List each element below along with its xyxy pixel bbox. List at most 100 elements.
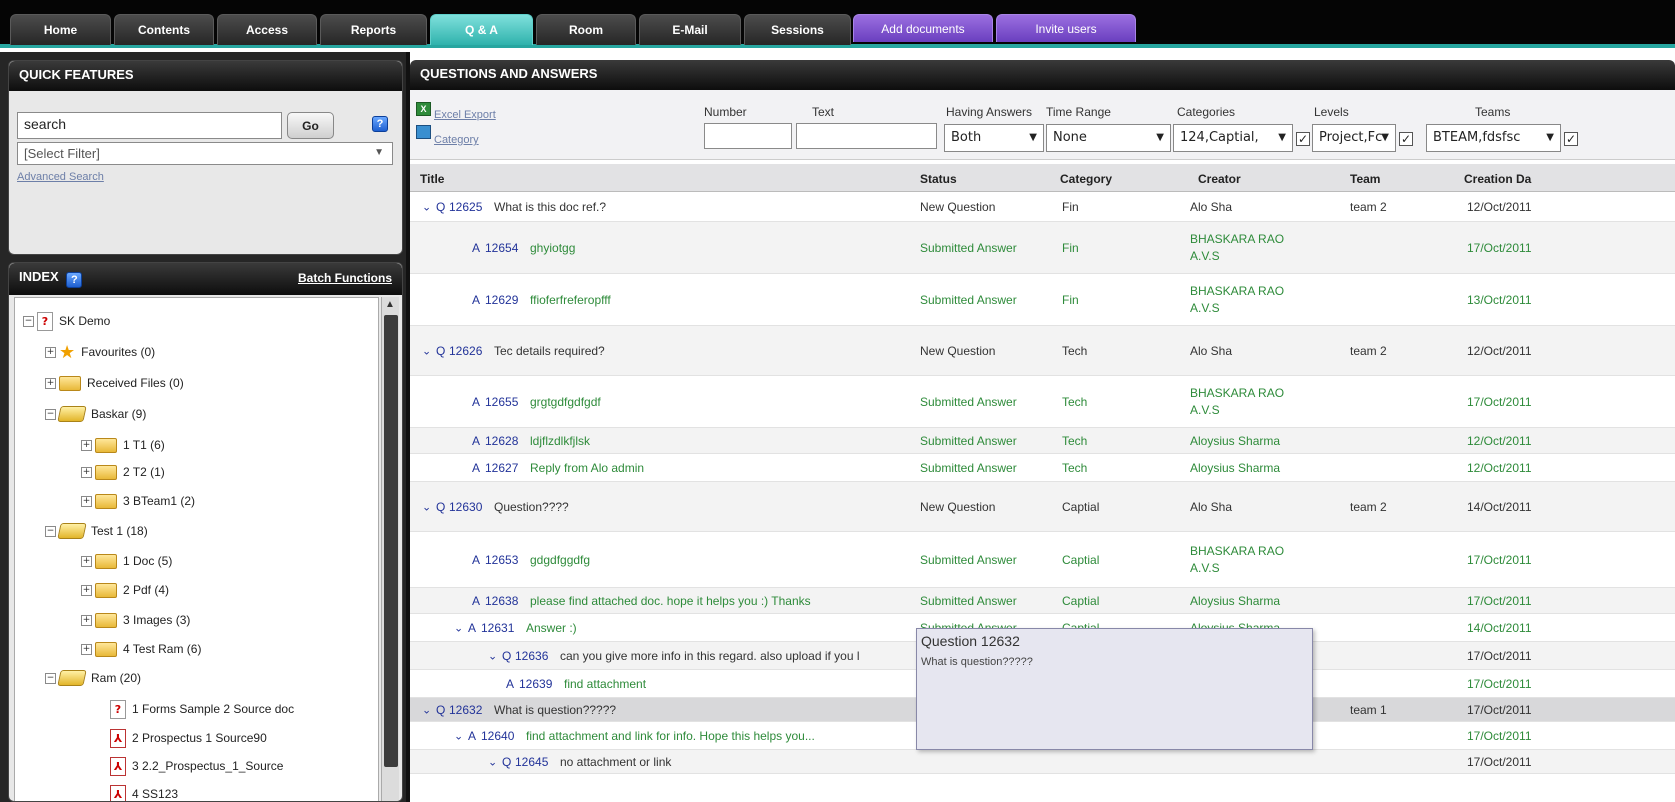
question-row[interactable]: ⌄ Q 12625 What is this doc ref.? New Questio… xyxy=(410,192,1675,222)
answer-row[interactable]: A 12627 Reply from Alo admin Submitted Answ… xyxy=(410,454,1675,482)
tab-email[interactable]: E-Mail xyxy=(639,14,741,45)
col-creation-date[interactable]: Creation Da xyxy=(1464,172,1531,186)
row-title[interactable]: ffioferfreferopfff xyxy=(530,293,611,307)
category-link[interactable]: Category xyxy=(434,134,479,146)
row-title[interactable]: Question???? xyxy=(494,500,569,514)
row-title[interactable]: Reply from Alo admin xyxy=(530,461,644,475)
collapse-icon[interactable]: − xyxy=(23,315,34,327)
row-title[interactable]: What is this doc ref.? xyxy=(494,200,606,214)
tree-node-t1[interactable]: +1 T1 (6) xyxy=(81,434,165,456)
scroll-up-icon[interactable]: ▲ xyxy=(385,299,395,310)
col-status[interactable]: Status xyxy=(920,172,957,186)
levels-checkbox[interactable]: ✓ xyxy=(1399,132,1413,146)
tree-node-bteam1[interactable]: +3 BTeam1 (2) xyxy=(81,490,195,512)
chevron-down-icon[interactable]: ⌄ xyxy=(422,500,431,513)
tree-node-ram[interactable]: − Ram (20) xyxy=(45,667,141,689)
row-id[interactable]: 12639 xyxy=(519,677,552,691)
text-input[interactable] xyxy=(796,123,937,149)
answer-row[interactable]: A 12629 ffioferfreferopfff Submitted Answer… xyxy=(410,274,1675,326)
row-id[interactable]: 12627 xyxy=(485,461,518,475)
row-title[interactable]: find attachment and link for info. Hope … xyxy=(526,729,815,743)
collapse-icon[interactable]: − xyxy=(45,525,56,537)
categories-select[interactable]: 124,Captial, ▼ xyxy=(1173,124,1293,152)
advanced-search-link[interactable]: Advanced Search xyxy=(17,171,104,183)
help-icon[interactable]: ? xyxy=(372,116,388,132)
collapse-icon[interactable]: − xyxy=(45,408,56,420)
row-id[interactable]: 12638 xyxy=(485,594,518,608)
search-input[interactable]: search xyxy=(17,112,282,139)
row-title[interactable]: grgtgdfgdfgdf xyxy=(530,395,601,409)
row-id[interactable]: 12628 xyxy=(485,434,518,448)
excel-export-link[interactable]: Excel Export xyxy=(434,109,496,121)
collapse-icon[interactable]: − xyxy=(45,672,56,684)
col-creator[interactable]: Creator xyxy=(1198,172,1241,186)
answer-row[interactable]: A 12654 ghyiotgg Submitted Answer Fin BHASKAR… xyxy=(410,222,1675,274)
tree-node-images[interactable]: +3 Images (3) xyxy=(81,609,190,631)
expand-icon[interactable]: + xyxy=(45,346,56,358)
tab-home[interactable]: Home xyxy=(10,14,111,45)
teams-select[interactable]: BTEAM,fdsfsc ▼ xyxy=(1426,124,1561,152)
row-title[interactable]: please find attached doc. hope it helps … xyxy=(530,594,811,608)
tree-node-sk-demo[interactable]: −? SK Demo xyxy=(23,310,110,332)
chevron-down-icon[interactable]: ⌄ xyxy=(454,621,463,634)
chevron-down-icon[interactable]: ⌄ xyxy=(422,703,431,716)
question-row[interactable]: ⌄ Q 12630 Question???? New Question Captial Al… xyxy=(410,482,1675,532)
row-id[interactable]: 12631 xyxy=(481,621,514,635)
expand-icon[interactable]: + xyxy=(81,466,92,478)
row-id[interactable]: 12626 xyxy=(449,344,482,358)
col-team[interactable]: Team xyxy=(1350,172,1380,186)
invite-users-button[interactable]: Invite users xyxy=(996,14,1136,42)
tree-node-pdf[interactable]: +2 Pdf (4) xyxy=(81,579,169,601)
chevron-down-icon[interactable]: ⌄ xyxy=(422,344,431,357)
teams-checkbox[interactable]: ✓ xyxy=(1564,132,1578,146)
tab-room[interactable]: Room xyxy=(536,14,636,45)
tree-node-favourites[interactable]: + ★ Favourites (0) xyxy=(45,341,155,363)
row-id[interactable]: 12625 xyxy=(449,200,482,214)
chevron-down-icon[interactable]: ⌄ xyxy=(488,649,497,662)
number-input[interactable] xyxy=(704,123,792,149)
add-documents-button[interactable]: Add documents xyxy=(853,14,993,42)
col-title[interactable]: Title xyxy=(420,172,444,186)
tab-sessions[interactable]: Sessions xyxy=(744,14,851,45)
categories-checkbox[interactable]: ✓ xyxy=(1296,132,1310,146)
tree-node-forms-sample[interactable]: ? 1 Forms Sample 2 Source doc xyxy=(110,698,294,720)
row-id[interactable]: 12654 xyxy=(485,241,518,255)
row-id[interactable]: 12630 xyxy=(449,500,482,514)
expand-icon[interactable]: + xyxy=(45,377,56,389)
filter-select[interactable]: [Select Filter] ▼ xyxy=(17,142,393,165)
expand-icon[interactable]: + xyxy=(81,495,92,507)
answer-row[interactable]: A 12628 ldjflzdlkfjlsk Submitted Answer Tech… xyxy=(410,428,1675,454)
levels-select[interactable]: Project,Fc ▼ xyxy=(1312,124,1396,152)
chevron-down-icon[interactable]: ⌄ xyxy=(488,755,497,768)
tab-reports[interactable]: Reports xyxy=(320,14,427,45)
row-id[interactable]: 12655 xyxy=(485,395,518,409)
answer-row[interactable]: A 12653 gdgdfggdfg Submitted Answer Captial B… xyxy=(410,532,1675,588)
answer-row[interactable]: A 12638 please find attached doc. hope it … xyxy=(410,588,1675,614)
col-category[interactable]: Category xyxy=(1060,172,1112,186)
row-id[interactable]: 12629 xyxy=(485,293,518,307)
tree-scrollbar[interactable]: ▲ xyxy=(381,297,399,801)
tree-node-received-files[interactable]: + Received Files (0) xyxy=(45,372,184,394)
batch-functions-link[interactable]: Batch Functions xyxy=(298,271,392,285)
expand-icon[interactable]: + xyxy=(81,614,92,626)
expand-icon[interactable]: + xyxy=(81,439,92,451)
row-id[interactable]: 12636 xyxy=(515,649,548,663)
row-title[interactable]: no attachment or link xyxy=(560,755,671,769)
having-answers-select[interactable]: Both ▼ xyxy=(944,124,1044,152)
expand-icon[interactable]: + xyxy=(81,555,92,567)
row-title[interactable]: What is question????? xyxy=(494,703,616,717)
time-range-select[interactable]: None ▼ xyxy=(1046,124,1171,152)
row-id[interactable]: 12653 xyxy=(485,553,518,567)
row-title[interactable]: ldjflzdlkfjlsk xyxy=(530,434,590,448)
row-title[interactable]: Tec details required? xyxy=(494,344,605,358)
row-title[interactable]: find attachment xyxy=(564,677,646,691)
go-button[interactable]: Go xyxy=(287,112,334,139)
answer-row[interactable]: A 12655 grgtgdfgdfgdf Submitted Answer Tech B… xyxy=(410,376,1675,428)
tab-contents[interactable]: Contents xyxy=(114,14,214,45)
tree-node-test-ram[interactable]: +4 Test Ram (6) xyxy=(81,638,201,660)
tree-node-prospectus[interactable]: ⅄ 2 Prospectus 1 Source90 xyxy=(110,727,267,749)
question-row[interactable]: ⌄ Q 12626 Tec details required? New Question… xyxy=(410,326,1675,376)
tab-qa[interactable]: Q & A xyxy=(430,14,533,45)
row-title[interactable]: ghyiotgg xyxy=(530,241,575,255)
row-id[interactable]: 12632 xyxy=(449,703,482,717)
